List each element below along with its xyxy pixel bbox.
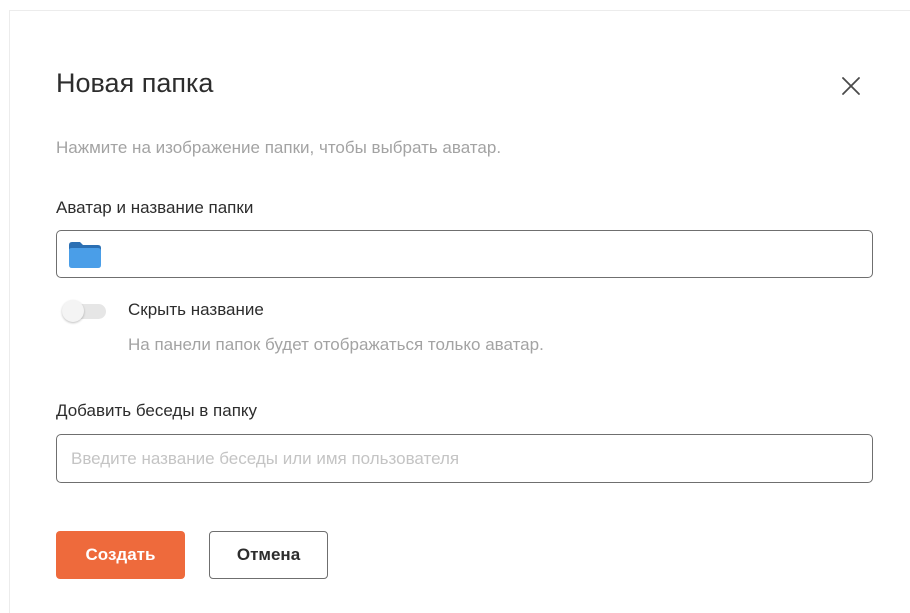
- dialog-title: Новая папка: [56, 68, 214, 98]
- hide-name-label[interactable]: Скрыть название: [128, 299, 264, 321]
- cancel-button[interactable]: Отмена: [209, 531, 328, 579]
- avatar-name-field: [56, 230, 873, 279]
- chat-search-input[interactable]: [56, 434, 873, 483]
- close-icon[interactable]: [836, 71, 866, 101]
- hide-name-description: На панели папок будет отображаться тольк…: [128, 335, 544, 354]
- add-chats-label: Добавить беседы в папку: [56, 401, 258, 420]
- hide-name-toggle[interactable]: [62, 300, 108, 324]
- avatar-name-label: Аватар и название папки: [56, 198, 254, 217]
- folder-icon[interactable]: [68, 241, 102, 269]
- folder-name-input[interactable]: [113, 231, 867, 279]
- toggle-knob: [62, 300, 84, 322]
- new-folder-dialog: Новая папка Нажмите на изображение папки…: [9, 10, 910, 613]
- avatar-hint: Нажмите на изображение папки, чтобы выбр…: [56, 138, 502, 157]
- create-button[interactable]: Создать: [56, 531, 185, 579]
